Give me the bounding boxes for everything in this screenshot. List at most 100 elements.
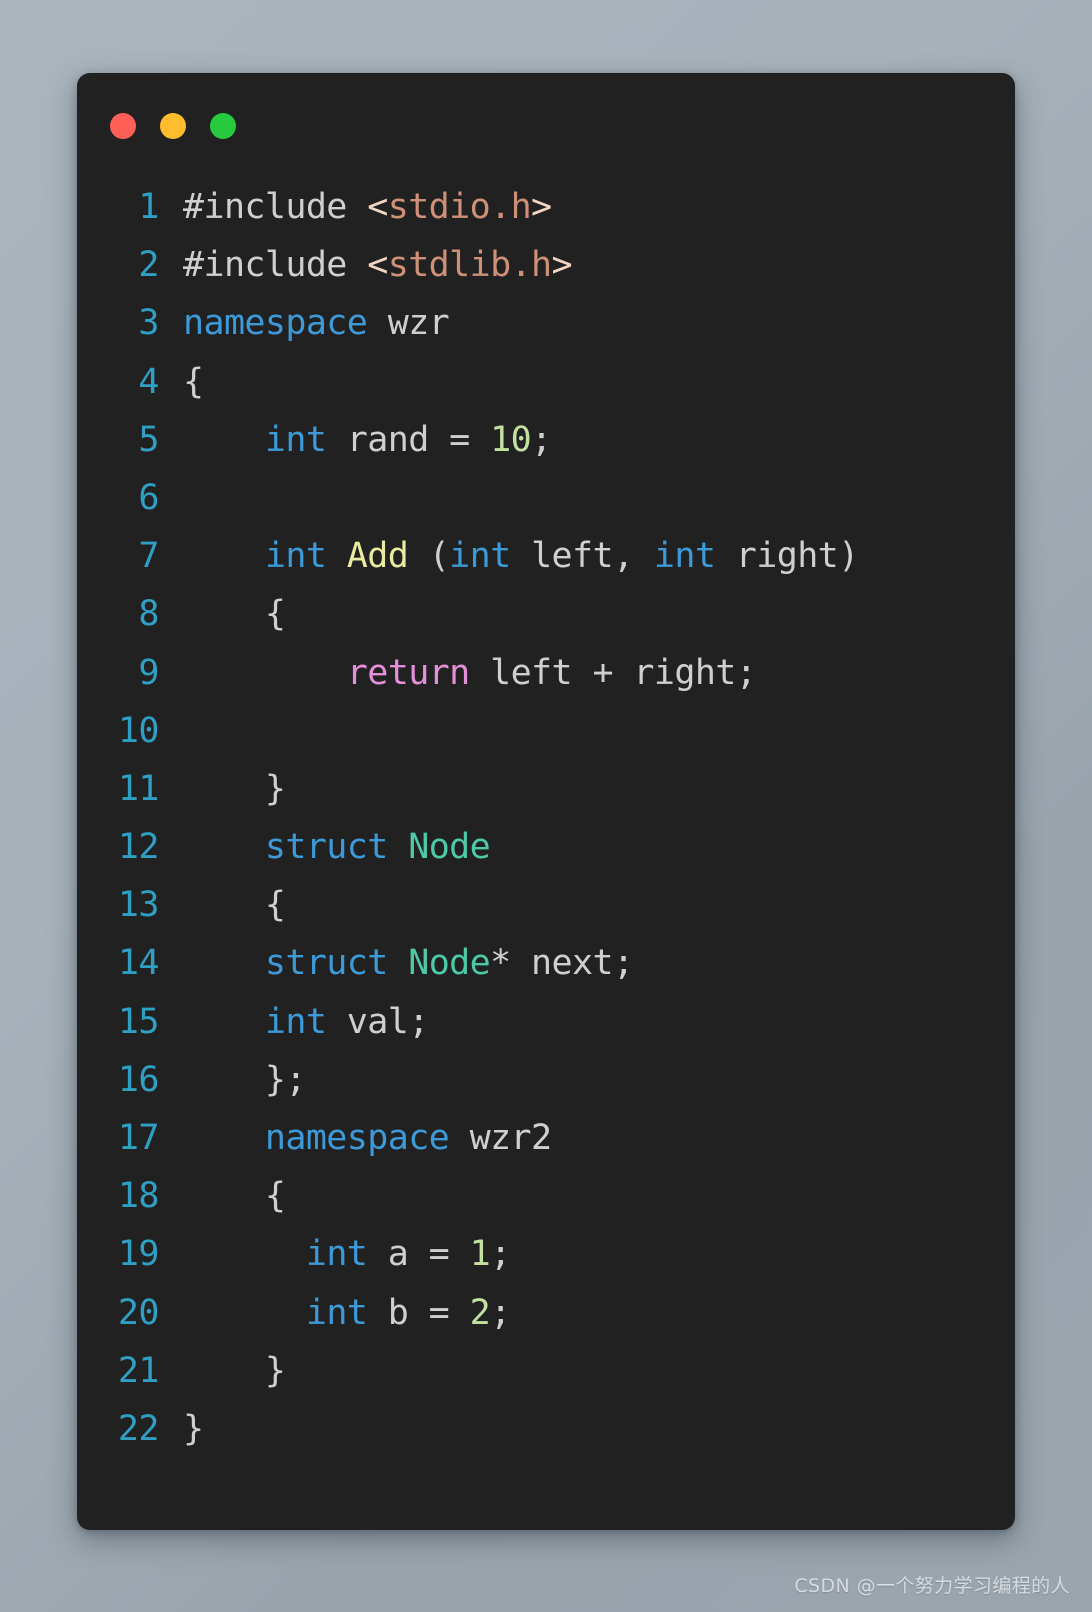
code-token: 10 xyxy=(490,419,532,460)
code-line: 12 struct Node xyxy=(77,818,1015,876)
line-content: return left + right; xyxy=(159,644,1015,702)
line-number: 18 xyxy=(117,1176,160,1217)
line-content: } xyxy=(159,1342,1015,1400)
code-token: } xyxy=(183,1350,286,1391)
code-token: right) xyxy=(715,536,859,577)
code-line: 9 return left + right; xyxy=(77,644,1015,702)
code-line: 11 } xyxy=(77,760,1015,818)
code-token: wzr2 xyxy=(449,1118,552,1158)
line-content: namespace wzr2 xyxy=(159,1109,1015,1167)
code-line: 15 int val; xyxy=(77,993,1015,1051)
line-number: 19 xyxy=(117,1234,160,1275)
code-line: 2 #include <stdlib.h> xyxy=(77,236,1015,294)
code-token: int xyxy=(305,1234,368,1275)
code-token: 1 xyxy=(469,1234,491,1275)
code-token: #include xyxy=(183,187,368,227)
code-token: a = xyxy=(367,1234,470,1275)
line-number: 2 xyxy=(138,245,159,286)
code-line: 16 }; xyxy=(77,1051,1015,1109)
line-number: 14 xyxy=(117,943,160,984)
line-number: 17 xyxy=(117,1118,160,1158)
code-token: Node xyxy=(408,943,491,984)
code-line: 7 int Add (int left, int right) xyxy=(77,527,1015,585)
minimize-window-button[interactable] xyxy=(160,113,186,139)
code-token: { xyxy=(183,594,286,635)
line-number: 12 xyxy=(117,827,160,868)
code-snippet-card: 1 #include <stdio.h> 2 #include <stdlib.h> 3… xyxy=(77,73,1015,1530)
line-content: } xyxy=(159,1400,1015,1458)
line-number: 9 xyxy=(138,652,159,693)
code-token: < xyxy=(367,245,388,286)
code-token: } xyxy=(183,768,286,809)
code-token: } xyxy=(183,1408,204,1449)
line-number: 6 xyxy=(138,477,159,518)
line-content: int val; xyxy=(159,993,1015,1051)
line-content: int b = 2; xyxy=(159,1284,1015,1342)
code-token: int xyxy=(264,536,327,577)
code-line: 19 int a = 1; xyxy=(77,1225,1015,1283)
code-line: 6 xyxy=(77,469,1015,527)
code-token: < xyxy=(367,187,388,227)
line-content: #include <stdio.h> xyxy=(159,178,1015,236)
code-line: 20 int b = 2; xyxy=(77,1284,1015,1342)
code-token: val; xyxy=(326,1001,429,1042)
code-token: { xyxy=(183,885,286,926)
code-token: rand = xyxy=(326,419,491,460)
code-token: stdio.h xyxy=(387,187,532,227)
code-token: b = xyxy=(367,1292,470,1333)
line-number: 11 xyxy=(117,768,160,809)
line-number: 20 xyxy=(117,1292,160,1333)
code-token: > xyxy=(531,187,552,227)
code-token: int xyxy=(305,1292,368,1333)
line-number: 8 xyxy=(138,594,159,635)
code-line: 22} xyxy=(77,1400,1015,1458)
line-number: 22 xyxy=(117,1408,160,1449)
code-token: stdlib.h xyxy=(387,245,552,286)
code-token: left + right; xyxy=(469,652,757,693)
line-content: { xyxy=(159,1167,1015,1225)
code-token: int xyxy=(264,1001,327,1042)
code-token: { xyxy=(183,361,204,402)
close-window-button[interactable] xyxy=(110,113,136,139)
code-token: #include xyxy=(183,245,368,286)
line-number: 10 xyxy=(117,710,160,751)
line-number: 16 xyxy=(117,1059,160,1100)
code-token: left, xyxy=(510,536,654,577)
code-line: 17 namespace wzr2 xyxy=(77,1109,1015,1167)
line-content: { xyxy=(159,876,1015,934)
code-token: }; xyxy=(183,1059,307,1100)
line-content: namespace wzr xyxy=(159,294,1015,352)
code-line: 21 } xyxy=(77,1342,1015,1400)
code-token: namespace xyxy=(183,303,368,344)
code-editor-body[interactable]: 1 #include <stdio.h> 2 #include <stdlib.h> 3… xyxy=(77,178,1015,1458)
code-token: struct xyxy=(244,943,388,984)
code-token: ( xyxy=(408,536,450,577)
code-token: { xyxy=(183,1176,286,1217)
line-content: struct Node xyxy=(159,818,1015,876)
line-content: } xyxy=(159,760,1015,818)
code-line: 8 { xyxy=(77,585,1015,643)
line-content: struct Node* next; xyxy=(159,934,1015,992)
code-token: wzr xyxy=(367,303,450,344)
code-token: ; xyxy=(490,1292,511,1333)
code-token: Add xyxy=(346,536,409,577)
code-token: * next; xyxy=(490,943,634,984)
line-number: 13 xyxy=(117,885,160,926)
code-line: 14 struct Node* next; xyxy=(77,934,1015,992)
line-number: 1 xyxy=(138,187,159,227)
maximize-window-button[interactable] xyxy=(210,113,236,139)
watermark-text: CSDN @一个努力学习编程的人 xyxy=(794,1575,1070,1597)
line-number: 15 xyxy=(117,1001,160,1042)
code-token: Node xyxy=(408,827,491,868)
code-line: 1 #include <stdio.h> xyxy=(77,178,1015,236)
line-content: int a = 1; xyxy=(159,1225,1015,1283)
code-token: 2 xyxy=(469,1292,491,1333)
code-token: return xyxy=(346,652,470,693)
